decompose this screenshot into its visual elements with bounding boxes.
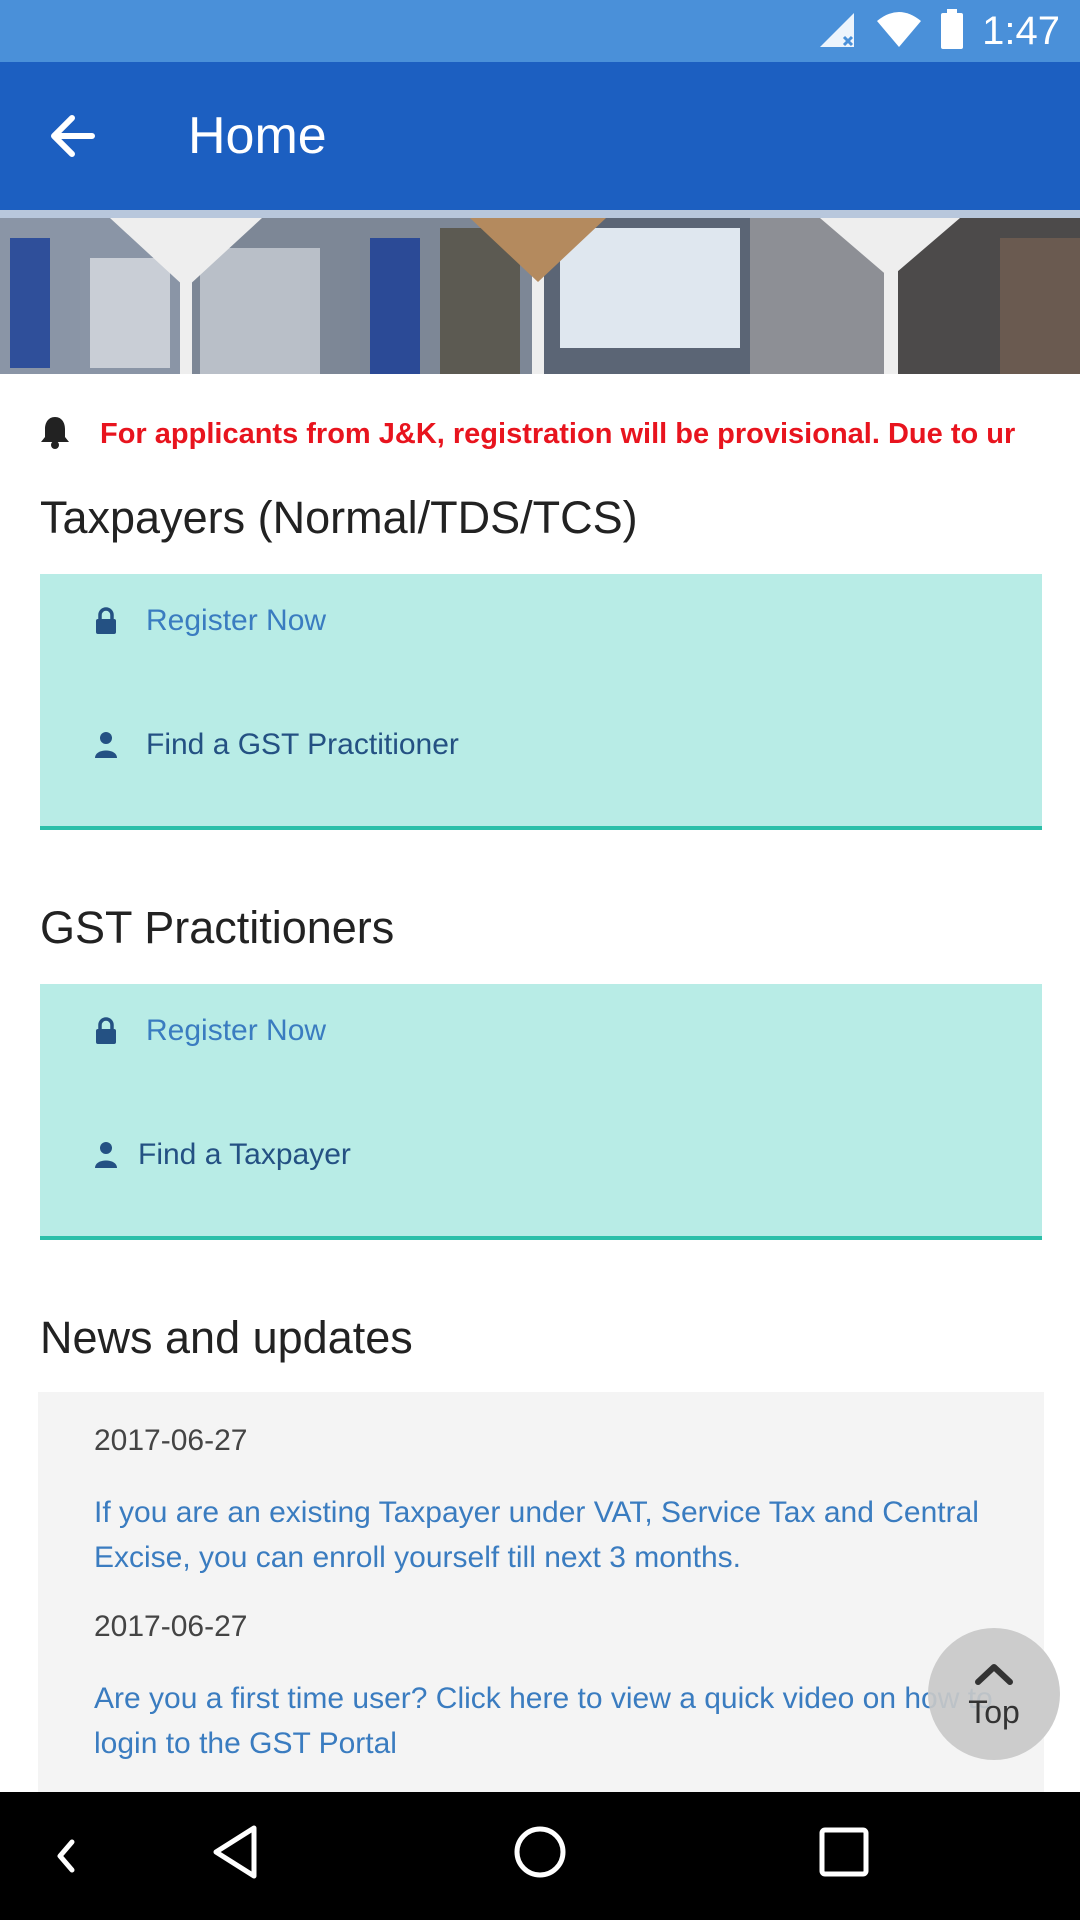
section-heading-practitioners: GST Practitioners <box>40 902 395 953</box>
notice-text: For applicants from J&K, registration wi… <box>100 417 1016 450</box>
section-heading-news: News and updates <box>40 1312 413 1363</box>
app-bar-divider <box>0 210 1080 218</box>
user-icon <box>94 731 118 759</box>
app-bar: Home <box>0 62 1080 210</box>
bell-icon <box>40 415 70 454</box>
system-nav-bar <box>0 1792 1080 1920</box>
notice-banner[interactable]: For applicants from J&K, registration wi… <box>40 404 1080 464</box>
battery-icon <box>940 8 964 54</box>
status-time: 1:47 <box>982 8 1060 53</box>
signal-icon <box>818 9 858 54</box>
register-now-label: Register Now <box>146 1014 327 1047</box>
lock-icon <box>94 607 118 635</box>
status-bar: 1:47 <box>0 0 1080 62</box>
find-practitioner-label: Find a GST Practitioner <box>146 728 459 761</box>
arrow-left-icon[interactable] <box>44 106 104 166</box>
section-heading-taxpayers: Taxpayers (Normal/TDS/TCS) <box>40 492 638 543</box>
wifi-icon <box>876 11 922 52</box>
lock-icon <box>94 1017 118 1045</box>
banner-image <box>0 218 1080 374</box>
practitioner-register-link[interactable]: Register Now <box>94 1014 326 1048</box>
nav-back-icon[interactable] <box>210 1824 260 1885</box>
news-date: 2017-06-27 <box>94 1424 248 1457</box>
news-list: 2017-06-27 If you are an existing Taxpay… <box>38 1392 1044 1792</box>
find-taxpayer-link[interactable]: Find a Taxpayer <box>94 1138 351 1172</box>
scroll-top-label: Top <box>968 1694 1020 1730</box>
news-link[interactable]: Are you a first time user? Click here to… <box>94 1676 994 1766</box>
find-taxpayer-label: Find a Taxpayer <box>138 1138 351 1171</box>
nav-collapse-icon[interactable] <box>48 1832 84 1885</box>
news-link[interactable]: If you are an existing Taxpayer under VA… <box>94 1490 994 1580</box>
nav-recents-icon[interactable] <box>818 1826 870 1883</box>
status-icons: 1:47 <box>818 0 1060 62</box>
taxpayer-register-link[interactable]: Register Now <box>94 604 326 638</box>
nav-home-icon[interactable] <box>512 1824 568 1885</box>
chevron-up-icon <box>974 1657 1014 1694</box>
page-title: Home <box>188 107 327 165</box>
find-practitioner-link[interactable]: Find a GST Practitioner <box>94 728 459 762</box>
user-icon <box>94 1141 118 1169</box>
practitioners-card: Register Now Find a Taxpayer <box>40 984 1042 1240</box>
scroll-top-button[interactable]: Top <box>928 1628 1060 1760</box>
news-date: 2017-06-27 <box>94 1610 248 1643</box>
register-now-label: Register Now <box>146 604 327 637</box>
taxpayers-card: Register Now Find a GST Practitioner <box>40 574 1042 830</box>
